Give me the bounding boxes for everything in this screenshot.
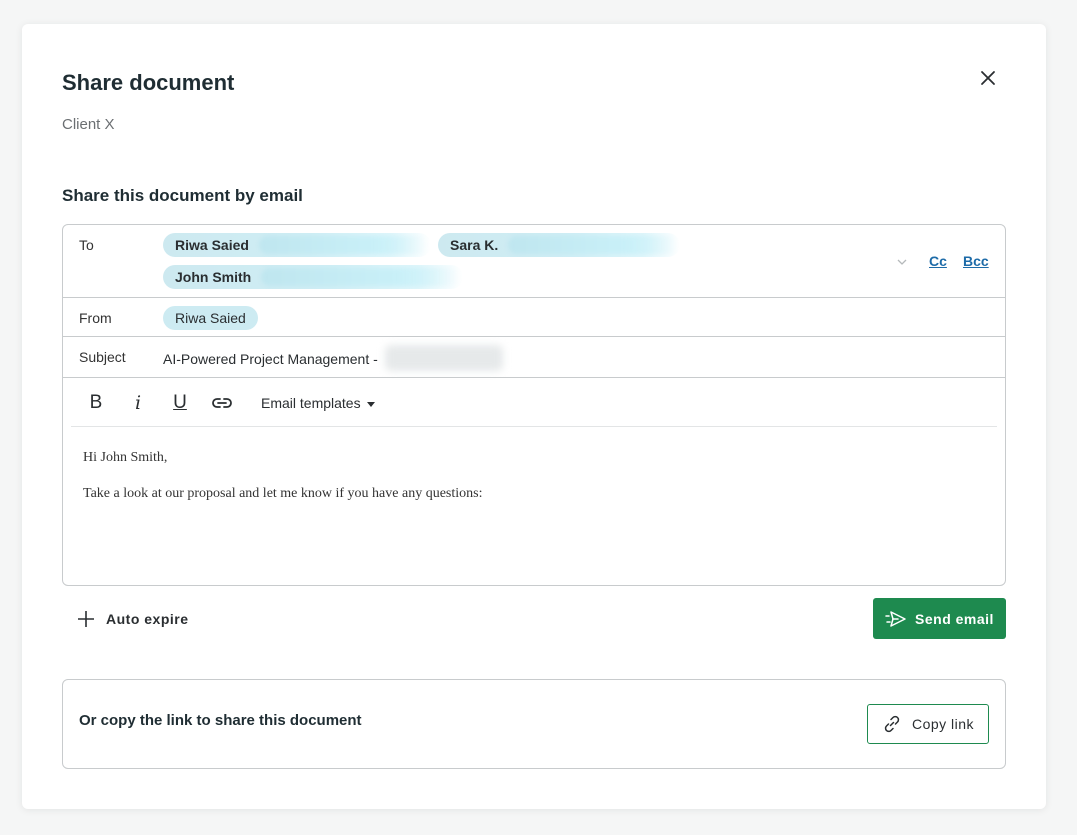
share-document-modal: Share document Client X Share this docum… bbox=[22, 24, 1046, 809]
recipient-name: Riwa Saied bbox=[175, 237, 249, 253]
modal-title: Share document bbox=[62, 70, 235, 95]
to-label: To bbox=[79, 237, 94, 253]
caret-down-icon bbox=[366, 401, 375, 407]
from-label: From bbox=[79, 310, 112, 326]
from-sender-chip[interactable]: Riwa Saied bbox=[163, 306, 258, 330]
redacted-email bbox=[261, 268, 459, 286]
bcc-link[interactable]: Bcc bbox=[963, 253, 989, 269]
copy-link-section: Or copy the link to share this document … bbox=[62, 679, 1006, 769]
editor-toolbar: B i U Email templates bbox=[63, 378, 1005, 426]
auto-expire-button[interactable]: Auto expire bbox=[76, 608, 189, 630]
cc-link[interactable]: Cc bbox=[929, 253, 947, 269]
link-icon bbox=[884, 715, 900, 733]
redacted-subject bbox=[385, 345, 503, 371]
bold-button[interactable]: B bbox=[83, 390, 109, 416]
close-icon bbox=[981, 71, 995, 85]
link-icon bbox=[212, 398, 232, 408]
redacted-email bbox=[259, 236, 427, 254]
modal-subtitle: Client X bbox=[62, 116, 115, 133]
recipient-chip[interactable]: Sara K. bbox=[438, 233, 680, 257]
body-line: Take a look at our proposal and let me k… bbox=[83, 486, 483, 501]
close-button[interactable] bbox=[977, 67, 999, 89]
section-title: Share this document by email bbox=[62, 186, 303, 205]
recipient-chip[interactable]: John Smith bbox=[163, 265, 463, 289]
email-templates-label: Email templates bbox=[261, 395, 361, 411]
auto-expire-label: Auto expire bbox=[106, 611, 189, 627]
copy-link-text: Or copy the link to share this document bbox=[79, 712, 362, 729]
send-email-label: Send email bbox=[915, 610, 994, 627]
plus-icon bbox=[78, 611, 94, 627]
recipient-chip[interactable]: Riwa Saied bbox=[163, 233, 431, 257]
send-icon bbox=[885, 610, 906, 627]
send-email-button[interactable]: Send email bbox=[873, 598, 1006, 639]
italic-button[interactable]: i bbox=[125, 390, 151, 416]
subject-label: Subject bbox=[79, 349, 126, 365]
copy-link-button[interactable]: Copy link bbox=[867, 704, 989, 744]
chevron-down-icon[interactable] bbox=[895, 255, 909, 269]
insert-link-button[interactable] bbox=[209, 390, 235, 416]
underline-icon: U bbox=[173, 392, 187, 413]
toolbar-divider bbox=[71, 426, 997, 427]
email-templates-dropdown[interactable]: Email templates bbox=[261, 395, 375, 411]
divider bbox=[63, 336, 1005, 337]
body-line: Hi John Smith, bbox=[83, 450, 168, 465]
subject-input[interactable]: AI-Powered Project Management - bbox=[163, 351, 378, 367]
recipient-name: Sara K. bbox=[450, 237, 499, 253]
copy-link-label: Copy link bbox=[911, 716, 975, 732]
divider bbox=[63, 297, 1005, 298]
email-form: To Riwa Saied Sara K. John Smith Cc Bcc … bbox=[62, 224, 1006, 586]
underline-button[interactable]: U bbox=[167, 390, 193, 416]
redacted-email bbox=[508, 236, 678, 254]
recipient-name: John Smith bbox=[175, 269, 252, 285]
italic-icon: i bbox=[134, 392, 142, 414]
bold-icon: B bbox=[89, 392, 103, 413]
